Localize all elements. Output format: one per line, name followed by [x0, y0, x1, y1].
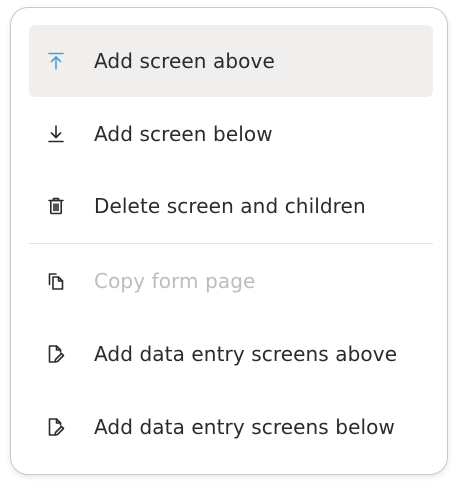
arrow-down-to-line-icon [44, 122, 68, 146]
menu-item-add-screen-above[interactable]: Add screen above [29, 25, 433, 97]
menu-item-delete-screen[interactable]: Delete screen and children [29, 170, 433, 242]
menu-item-label: Add data entry screens above [94, 342, 398, 366]
menu-item-copy-form-page[interactable]: Copy form page [29, 245, 433, 317]
arrow-up-to-line-icon [44, 49, 68, 73]
menu-item-label: Copy form page [94, 269, 256, 293]
menu-divider [29, 243, 433, 244]
menu-item-add-data-entry-below[interactable]: Add data entry screens below [29, 391, 433, 463]
menu-item-label: Add data entry screens below [94, 415, 395, 439]
menu-item-add-screen-below[interactable]: Add screen below [29, 98, 433, 170]
menu-item-label: Add screen below [94, 122, 273, 146]
menu-item-add-data-entry-above[interactable]: Add data entry screens above [29, 318, 433, 390]
menu-item-label: Add screen above [94, 49, 275, 73]
trash-icon [44, 194, 68, 218]
file-edit-icon [44, 342, 68, 366]
context-menu: Add screen above Add screen below Delete… [10, 7, 448, 475]
file-edit-icon [44, 415, 68, 439]
menu-item-label: Delete screen and children [94, 194, 366, 218]
copy-icon [44, 269, 68, 293]
